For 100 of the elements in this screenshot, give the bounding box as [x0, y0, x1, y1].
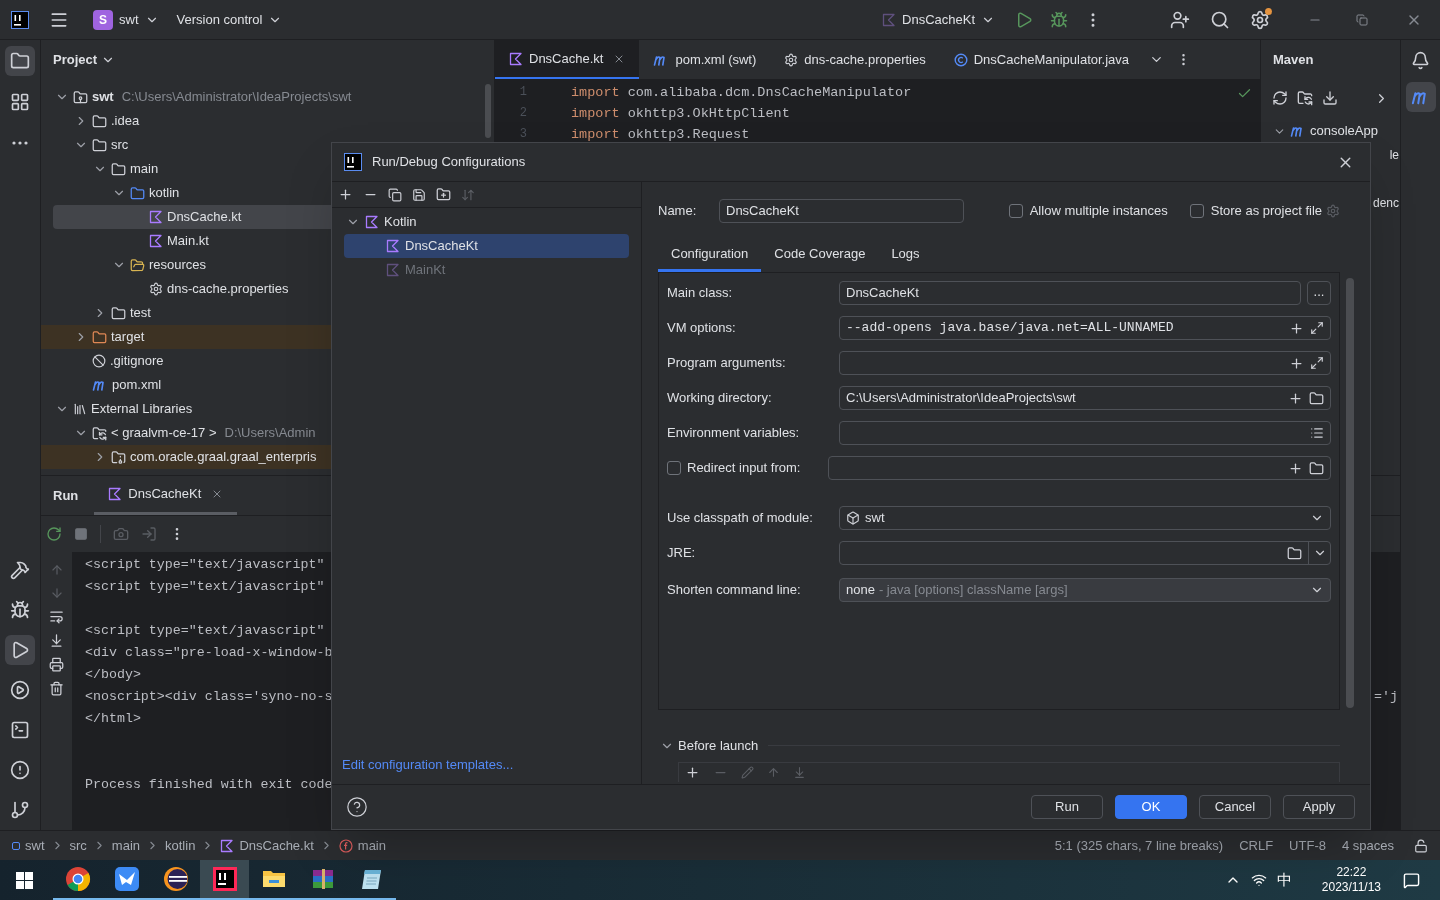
status-item[interactable]: 5:1 (325 chars, 7 line breaks) [1054, 835, 1224, 856]
plus-icon[interactable] [1288, 460, 1303, 476]
add-user-icon[interactable] [1170, 9, 1190, 30]
editor-tab[interactable]: DnsCache.kt [495, 40, 640, 79]
dialog-button[interactable]: Run [1031, 795, 1103, 819]
templates-link[interactable]: Edit configuration templates... [342, 754, 641, 774]
config-tab[interactable]: Code Coverage [761, 235, 879, 272]
expand-icon[interactable] [1310, 321, 1324, 335]
restore-icon[interactable] [1356, 13, 1368, 26]
breadcrumb[interactable]: DnsCache.kt [220, 835, 314, 856]
breadcrumb[interactable]: src [69, 835, 87, 856]
text-field[interactable]: C:\Users\Administrator\IdeaProjects\swt [839, 386, 1331, 410]
tree-item[interactable]: test [41, 301, 494, 325]
shorten-dropdown[interactable]: none - java [options] className [args] [839, 578, 1331, 602]
tree-item[interactable]: kotlin [41, 181, 494, 205]
input-method-indicator[interactable]: 中 [1276, 868, 1292, 892]
notifications-icon[interactable] [1403, 871, 1420, 889]
run-icon[interactable] [1015, 10, 1033, 29]
tree-item[interactable]: pom.xml [41, 373, 494, 397]
kotlin-file-icon [149, 210, 163, 224]
stop-icon[interactable] [74, 527, 88, 541]
text-field[interactable] [839, 351, 1331, 375]
play-icon [10, 640, 30, 660]
tree-item[interactable]: < graalvm-ce-17 > D:\Users\Admin [41, 421, 494, 445]
clock[interactable]: 22:22 2023/11/13 [1321, 865, 1381, 895]
refresh-icon[interactable] [1272, 90, 1288, 106]
plus-icon[interactable] [685, 764, 700, 780]
notifications-icon[interactable] [1411, 51, 1430, 70]
checkbox[interactable] [1189, 204, 1204, 218]
expand-icon[interactable] [1310, 356, 1324, 370]
text-field[interactable]: --add-opens java.base/java.net=ALL-UNNAMED [839, 316, 1331, 340]
help-icon[interactable] [346, 796, 368, 818]
bug-icon[interactable] [1050, 10, 1068, 29]
scroll-end-icon[interactable] [49, 633, 64, 648]
breadcrumb[interactable]: kotlin [165, 835, 196, 856]
run-tab[interactable]: DnsCacheKt [94, 476, 238, 515]
jre-combo-field[interactable] [839, 541, 1331, 565]
editor-tab[interactable]: dns-cache.properties [770, 40, 940, 79]
checkbox[interactable] [667, 461, 681, 475]
tool-window-button[interactable] [5, 46, 35, 76]
dialog-button[interactable]: Cancel [1199, 795, 1271, 819]
field-label: Name: [658, 202, 698, 221]
dialog-button[interactable]: Apply [1283, 795, 1355, 819]
search-icon[interactable] [1210, 9, 1230, 30]
tree-item[interactable]: swt C:\Users\Administrator\IdeaProjects\swt [41, 85, 494, 109]
tree-item[interactable]: .idea [41, 109, 494, 133]
project-selector[interactable]: S swt [89, 5, 163, 34]
config-tab[interactable]: Logs [878, 235, 933, 272]
text-field[interactable]: DnsCacheKt [839, 281, 1301, 305]
tree-item[interactable]: .gitignore [41, 349, 494, 373]
section-title[interactable]: Before launch [678, 736, 759, 756]
status-item[interactable]: UTF-8 [1289, 835, 1326, 856]
unlock-icon[interactable] [1414, 838, 1428, 853]
folder-icon[interactable] [1287, 545, 1302, 561]
folder-icon[interactable] [1309, 460, 1324, 476]
breadcrumb[interactable]: main [338, 835, 386, 856]
editor-tab[interactable]: pom.xml (swt) [639, 40, 771, 79]
status-item[interactable]: 4 spaces [1341, 835, 1394, 856]
printer-icon[interactable] [49, 657, 64, 672]
module-dropdown[interactable]: swt [839, 506, 1331, 530]
save-icon[interactable] [412, 187, 426, 202]
rerun-icon[interactable] [46, 526, 62, 542]
text-field[interactable] [828, 456, 1331, 480]
breadcrumb[interactable]: swt [12, 835, 45, 856]
download-icon[interactable] [1322, 90, 1338, 106]
config-tab[interactable]: Configuration [658, 235, 762, 272]
tree-item-path: C:\Users\Administrator\IdeaProjects\swt [121, 88, 352, 107]
plus-icon[interactable] [338, 187, 353, 202]
browse-button[interactable]: ... [1307, 281, 1331, 305]
config-tree-item[interactable]: DnsCacheKt [344, 234, 629, 258]
tree-item[interactable]: consoleApp [1261, 119, 1400, 143]
breadcrumb[interactable]: main [111, 835, 141, 856]
editor-tab[interactable]: DnsCacheManipulator.java [939, 40, 1144, 79]
checkbox[interactable] [1008, 204, 1023, 218]
copy-icon[interactable] [388, 187, 402, 202]
settings-icon[interactable] [1250, 9, 1270, 30]
taskbar-app[interactable] [200, 860, 249, 900]
vcs-menu[interactable]: Version control [172, 5, 286, 34]
plus-icon[interactable] [1288, 390, 1303, 406]
list-icon[interactable] [1310, 426, 1324, 440]
plus-icon[interactable] [1289, 320, 1304, 336]
folder-plus-icon[interactable] [436, 187, 451, 202]
wrap-icon[interactable] [49, 609, 64, 624]
run-config-selector[interactable]: DnsCacheKt [878, 5, 999, 34]
tool-window-button[interactable] [5, 635, 35, 665]
dialog-button[interactable]: OK [1115, 795, 1187, 819]
wifi-icon[interactable] [1250, 872, 1267, 888]
name-field[interactable]: DnsCacheKt [719, 199, 964, 223]
folder-icon[interactable] [1309, 390, 1324, 406]
circle-icon [953, 52, 968, 67]
trash-icon[interactable] [49, 681, 64, 696]
status-item[interactable]: CRLF [1239, 835, 1274, 856]
app-logo-icon [344, 153, 362, 171]
text-field[interactable] [839, 421, 1331, 445]
folder-sync-icon[interactable] [1297, 90, 1313, 106]
tool-window-button[interactable] [1405, 82, 1436, 112]
tree-item[interactable]: External Libraries [41, 397, 494, 421]
tree-item-label: denc [1372, 195, 1400, 212]
plus-icon[interactable] [1289, 355, 1304, 371]
panel-title[interactable]: Project [53, 50, 98, 70]
